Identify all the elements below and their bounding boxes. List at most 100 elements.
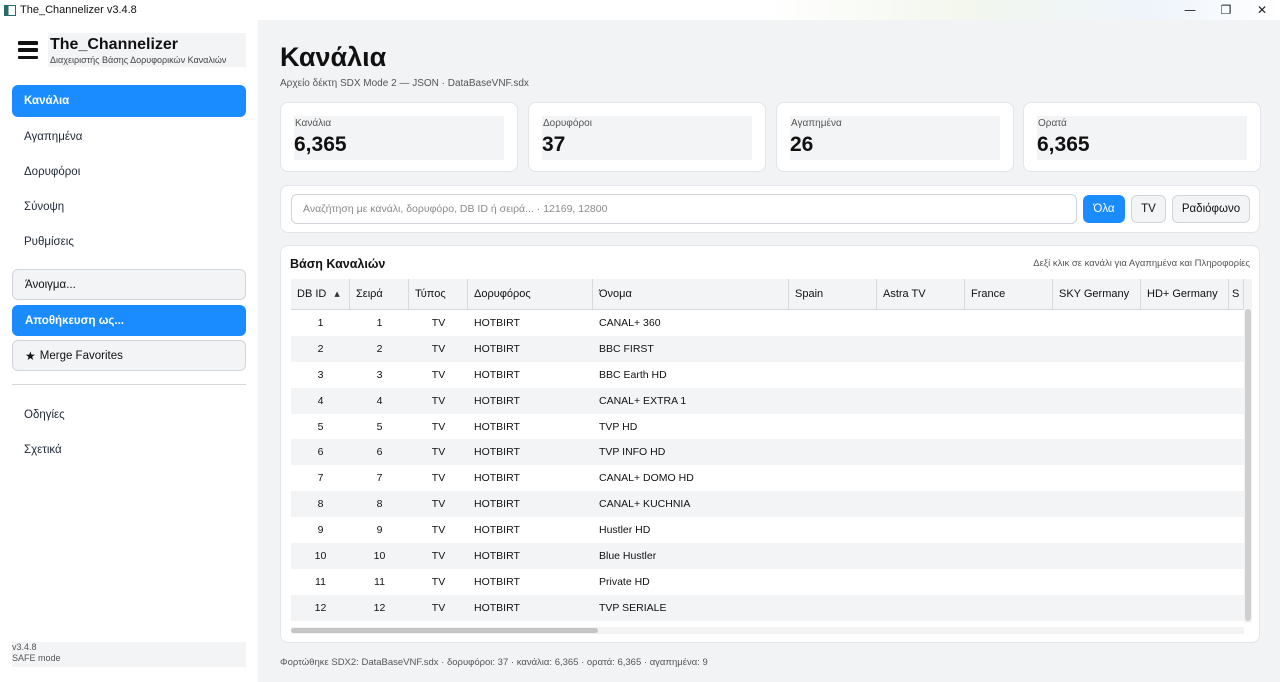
table-row[interactable]: 9 9 TV HOTBIRT Hustler HD [291, 517, 1244, 544]
cell-empty [1229, 414, 1244, 440]
cell-db-id: 7 [317, 472, 324, 485]
column-header-order[interactable]: Σειρά [350, 279, 409, 310]
version-info: v3.4.8 SAFE mode [12, 642, 246, 667]
cell-order: 9 [376, 524, 383, 537]
cell-empty [1141, 569, 1229, 595]
cell-empty [789, 388, 877, 414]
stat-card-visible: Ορατά 6,365 [1023, 102, 1261, 172]
save-as-button[interactable]: Αποθήκευση ως... [12, 305, 246, 336]
main-content: Κανάλια Αρχείο δέκτη SDX Mode 2 — JSON ·… [258, 20, 1280, 682]
cell-empty [789, 414, 877, 440]
table-title: Βάση Καναλιών [290, 257, 386, 271]
minimize-icon[interactable]: — [1172, 0, 1208, 20]
cell-order: 8 [376, 498, 383, 511]
sidebar-item-channels[interactable]: Κανάλια [12, 85, 246, 117]
cell-satellite: HOTBIRT [474, 394, 520, 407]
cell-empty [789, 517, 877, 543]
column-header-astra-tv[interactable]: Astra TV [877, 279, 965, 310]
cell-type: TV [431, 368, 446, 381]
column-header-satellite[interactable]: Δορυφόρος [468, 279, 593, 310]
stat-label: Ορατά [1038, 118, 1067, 129]
channel-table[interactable]: DB ID ▲ Σειρά Τύπος Δορυφόρος Όνομα Spai… [291, 279, 1244, 623]
sidebar-item-about[interactable]: Σχετικά [12, 434, 246, 466]
cell-name: CANAL+ 360 [599, 316, 661, 329]
cell-name: BBC Earth HD [599, 368, 667, 381]
column-header-spain[interactable]: Spain [789, 279, 877, 310]
column-header-france[interactable]: France [965, 279, 1053, 310]
channel-table-card: Βάση Καναλιών Δεξί κλικ σε κανάλι για Αγ… [280, 245, 1260, 643]
table-row[interactable]: 7 7 TV HOTBIRT CANAL+ DOMO HD [291, 465, 1244, 492]
cell-empty [1229, 491, 1244, 517]
cell-type: TV [431, 316, 446, 329]
cell-empty [1229, 439, 1244, 465]
cell-name: CANAL+ KUCHNIA [599, 498, 691, 511]
cell-empty [877, 569, 965, 595]
table-row[interactable]: 5 5 TV HOTBIRT TVP HD [291, 413, 1244, 440]
cell-name: CANAL+ DOMO HD [599, 472, 694, 485]
cell-empty [877, 310, 965, 336]
stat-value: 26 [790, 133, 814, 156]
cell-empty [1229, 310, 1244, 336]
cell-empty [877, 362, 965, 388]
maximize-icon[interactable]: ❐ [1208, 0, 1244, 20]
table-row[interactable]: 10 10 TV HOTBIRT Blue Hustler [291, 543, 1244, 569]
cell-empty [1229, 336, 1244, 362]
column-header-db-id[interactable]: DB ID ▲ [291, 279, 350, 310]
table-row[interactable]: 11 11 TV HOTBIRT Private HD [291, 568, 1244, 595]
table-row[interactable]: 8 8 TV HOTBIRT CANAL+ KUCHNIA [291, 491, 1244, 518]
cell-satellite: HOTBIRT [474, 446, 520, 459]
horizontal-scroll-thumb[interactable] [291, 628, 598, 633]
sidebar-item-settings[interactable]: Ρυθμίσεις [12, 226, 246, 258]
title-bar: The_Channelizer v3.4.8 — ❐ ✕ [0, 0, 1280, 20]
filter-all-button[interactable]: Όλα [1083, 195, 1125, 223]
column-header-sky-germany[interactable]: SKY Germany [1053, 279, 1141, 310]
cell-satellite: HOTBIRT [474, 368, 520, 381]
search-input[interactable] [291, 194, 1077, 224]
cell-empty [965, 491, 1053, 517]
hamburger-menu-icon[interactable] [18, 41, 38, 59]
sidebar-item-favorites[interactable]: Αγαπημένα [12, 121, 246, 153]
cell-empty [1141, 465, 1229, 491]
cell-satellite: HOTBIRT [474, 498, 520, 511]
sidebar-item-satellites[interactable]: Δορυφόροι [12, 156, 246, 188]
filter-radio-button[interactable]: Ραδιόφωνο [1172, 195, 1250, 223]
open-button[interactable]: Άνοιγμα... [12, 269, 246, 300]
table-row[interactable]: 3 3 TV HOTBIRT BBC Earth HD [291, 361, 1244, 388]
table-row[interactable]: 6 6 TV HOTBIRT TVP INFO HD [291, 439, 1244, 466]
stat-value: 37 [542, 133, 566, 156]
cell-type: TV [431, 472, 446, 485]
merge-favorites-button[interactable]: ★ Merge Favorites [12, 340, 246, 371]
table-row[interactable]: 12 12 TV HOTBIRT TVP SERIALE [291, 594, 1244, 621]
cell-empty [877, 388, 965, 414]
close-icon[interactable]: ✕ [1244, 0, 1280, 20]
cell-empty [1141, 543, 1229, 569]
column-header-truncated[interactable]: S [1229, 279, 1244, 310]
horizontal-scrollbar[interactable] [291, 627, 1244, 634]
cell-type: TV [431, 524, 446, 537]
vertical-scroll-thumb[interactable] [1245, 309, 1251, 621]
status-bar: Φορτώθηκε SDX2: DataBaseVNF.sdx · δορυφό… [280, 657, 708, 668]
cell-empty [965, 595, 1053, 621]
cell-empty [965, 517, 1053, 543]
stat-label: Αγαπημένα [791, 118, 842, 129]
cell-db-id: 8 [317, 498, 324, 511]
sidebar-item-instructions[interactable]: Οδηγίες [12, 399, 246, 431]
table-row[interactable]: 4 4 TV HOTBIRT CANAL+ EXTRA 1 [291, 387, 1244, 414]
column-header-type[interactable]: Τύπος [409, 279, 468, 310]
cell-order: 5 [376, 420, 383, 433]
vertical-scrollbar[interactable] [1244, 279, 1252, 623]
column-header-name[interactable]: Όνομα [593, 279, 789, 310]
table-row[interactable]: 1 1 TV HOTBIRT CANAL+ 360 [291, 310, 1244, 336]
column-header-hd-germany[interactable]: HD+ Germany [1141, 279, 1229, 310]
cell-db-id: 6 [317, 446, 324, 459]
filter-tv-button[interactable]: TV [1131, 195, 1166, 223]
table-row[interactable]: 2 2 TV HOTBIRT BBC FIRST [291, 335, 1244, 362]
cell-empty [1141, 517, 1229, 543]
sidebar-item-summary[interactable]: Σύνοψη [12, 191, 246, 223]
cell-name: TVP HD [599, 420, 638, 433]
cell-empty [1053, 388, 1141, 414]
search-bar: Όλα TV Ραδιόφωνο [280, 185, 1260, 233]
cell-type: TV [431, 575, 446, 588]
stat-label: Δορυφόροι [543, 118, 592, 129]
page-title: Κανάλια [280, 42, 387, 72]
